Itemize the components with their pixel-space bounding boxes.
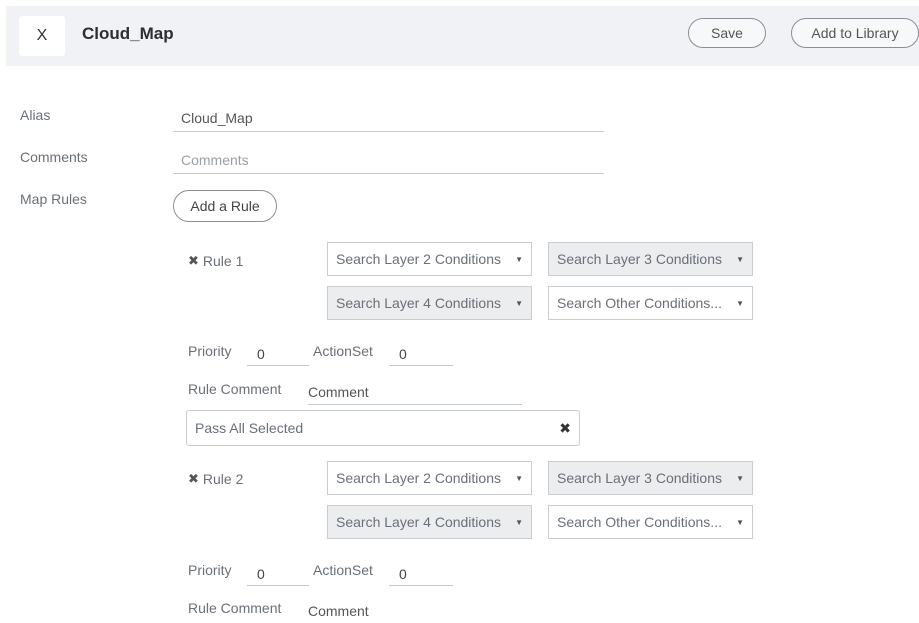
rule-2-layer4-select[interactable]: Search Layer 4 Conditions ▼: [327, 505, 532, 539]
chevron-down-icon: ▼: [515, 517, 523, 527]
rule-1-actionset-label: ActionSet: [313, 343, 373, 359]
rule-1-actionset-input[interactable]: 0: [389, 340, 453, 366]
rule-2-actionset-input[interactable]: 0: [389, 560, 453, 586]
rule-2-comment-input[interactable]: Comment: [308, 598, 522, 623]
chevron-down-icon: ▼: [515, 254, 523, 264]
rule-1-other-text: Search Other Conditions...: [557, 295, 722, 311]
chevron-down-icon: ▼: [736, 517, 744, 527]
rule-1-header: ✖ Rule 1: [188, 253, 243, 269]
rule-2-layer4-text: Search Layer 4 Conditions: [336, 514, 501, 530]
rule-2-priority-label: Priority: [188, 562, 232, 578]
rule-1-priority-input[interactable]: 0: [247, 340, 309, 366]
chevron-down-icon: ▼: [736, 473, 744, 483]
rule-1-label: Rule 1: [202, 253, 244, 269]
pass-all-selected-text: Pass All Selected: [195, 420, 304, 436]
rule-2-actionset-label: ActionSet: [313, 562, 373, 578]
alias-field-wrapper: [173, 104, 604, 132]
rule-2-header: ✖ Rule 2: [188, 471, 243, 487]
page-header: X Cloud_Map Save Add to Library: [6, 6, 919, 66]
close-button[interactable]: X: [19, 16, 65, 56]
rule-1-other-select[interactable]: Search Other Conditions... ▼: [548, 286, 753, 320]
rule-1-layer3-text: Search Layer 3 Conditions: [557, 251, 722, 267]
rule-1-layer3-select[interactable]: Search Layer 3 Conditions ▼: [548, 242, 753, 276]
pass-all-selected-field[interactable]: Pass All Selected ✖: [186, 410, 580, 446]
map-rules-label: Map Rules: [20, 191, 87, 207]
rule-1-priority-label: Priority: [188, 343, 232, 359]
alias-label: Alias: [20, 107, 51, 123]
comments-label: Comments: [20, 149, 88, 165]
add-rule-button[interactable]: Add a Rule: [173, 190, 277, 222]
chevron-down-icon: ▼: [736, 298, 744, 308]
rule-1-layer4-select[interactable]: Search Layer 4 Conditions ▼: [327, 286, 532, 320]
rule-1-comment-label: Rule Comment: [188, 381, 282, 397]
rule-2-label: Rule 2: [202, 471, 244, 487]
page-title: Cloud_Map: [82, 24, 174, 43]
clear-pass-icon[interactable]: ✖: [559, 420, 571, 437]
add-to-library-button[interactable]: Add to Library: [791, 18, 919, 48]
rule-2-priority-input[interactable]: 0: [247, 560, 309, 586]
rule-1-comment-input[interactable]: Comment: [308, 379, 522, 405]
rule-2-comment-label: Rule Comment: [188, 600, 282, 616]
rule-2-layer3-text: Search Layer 3 Conditions: [557, 470, 722, 486]
rule-2-layer3-select[interactable]: Search Layer 3 Conditions ▼: [548, 461, 753, 495]
rule-1-layer2-select[interactable]: Search Layer 2 Conditions ▼: [327, 242, 532, 276]
rule-2-layer2-select[interactable]: Search Layer 2 Conditions ▼: [327, 461, 532, 495]
rule-2-other-select[interactable]: Search Other Conditions... ▼: [548, 505, 753, 539]
chevron-down-icon: ▼: [515, 298, 523, 308]
remove-rule-1-icon[interactable]: ✖: [188, 253, 199, 269]
save-button[interactable]: Save: [688, 18, 766, 48]
comments-field-wrapper: [173, 146, 604, 174]
rule-1-layer4-text: Search Layer 4 Conditions: [336, 295, 501, 311]
chevron-down-icon: ▼: [736, 254, 744, 264]
alias-input[interactable]: [173, 104, 604, 131]
rule-2-layer2-text: Search Layer 2 Conditions: [336, 470, 501, 486]
remove-rule-2-icon[interactable]: ✖: [188, 471, 199, 487]
rule-1-layer2-text: Search Layer 2 Conditions: [336, 251, 501, 267]
comments-input[interactable]: [173, 146, 604, 173]
chevron-down-icon: ▼: [515, 473, 523, 483]
rule-2-other-text: Search Other Conditions...: [557, 514, 722, 530]
